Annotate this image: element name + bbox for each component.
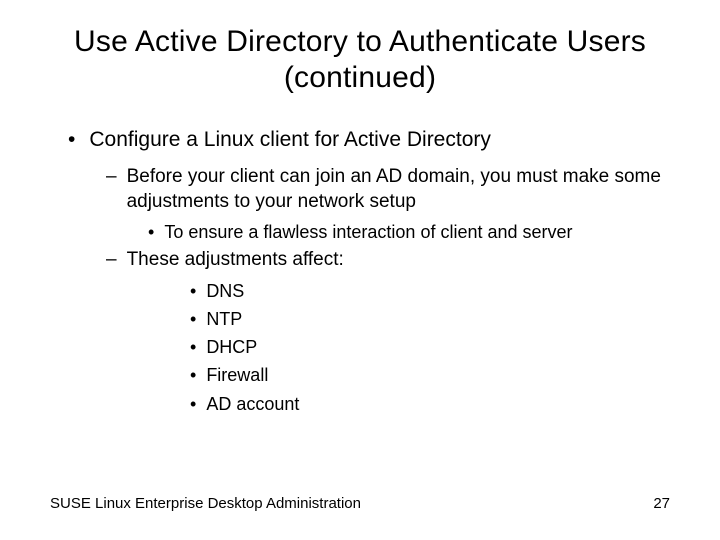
bullet-text: Firewall — [206, 363, 268, 388]
list-item: • DHCP — [50, 335, 670, 360]
page-number: 27 — [653, 495, 670, 512]
bullet-marker: • — [68, 126, 75, 153]
bullet-text: DHCP — [206, 335, 257, 360]
list-item: • NTP — [50, 307, 670, 332]
list-item: • AD account — [50, 392, 670, 417]
dash-marker: – — [106, 248, 117, 273]
slide-footer: SUSE Linux Enterprise Desktop Administra… — [50, 495, 670, 512]
slide-title: Use Active Directory to Authenticate Use… — [50, 24, 670, 96]
bullet-level1: • Configure a Linux client for Active Di… — [50, 126, 670, 153]
list-item: • DNS — [50, 279, 670, 304]
bullet-marker: • — [190, 335, 196, 360]
bullet-level3: • To ensure a flawless interaction of cl… — [50, 221, 670, 244]
bullet-text: Configure a Linux client for Active Dire… — [89, 126, 491, 153]
bullet-level2: – Before your client can join an AD doma… — [50, 165, 670, 214]
bullet-marker: • — [190, 279, 196, 304]
bullet-marker: • — [190, 363, 196, 388]
bullet-marker: • — [148, 221, 154, 244]
bullet-text: These adjustments affect: — [127, 248, 344, 273]
bullet-text: NTP — [206, 307, 242, 332]
bullet-text: Before your client can join an AD domain… — [127, 165, 670, 214]
bullet-marker: • — [190, 392, 196, 417]
bullet-text: To ensure a flawless interaction of clie… — [164, 221, 572, 244]
footer-left: SUSE Linux Enterprise Desktop Administra… — [50, 495, 361, 512]
bullet-level2: – These adjustments affect: — [50, 248, 670, 273]
bullet-text: AD account — [206, 392, 299, 417]
dash-marker: – — [106, 165, 117, 214]
bullet-marker: • — [190, 307, 196, 332]
bullet-text: DNS — [206, 279, 244, 304]
list-item: • Firewall — [50, 363, 670, 388]
